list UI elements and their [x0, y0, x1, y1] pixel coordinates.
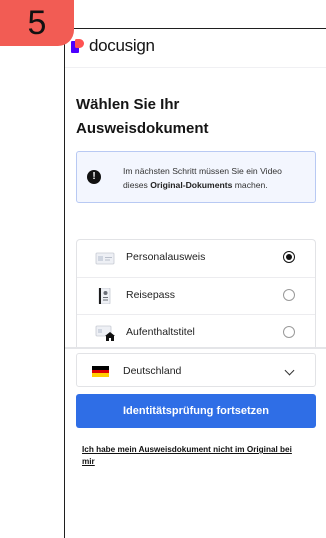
- chevron-down-icon: [284, 365, 295, 376]
- document-type-list: Personalausweis Reisepass Aufenthaltstit…: [76, 239, 316, 349]
- info-text-end: machen.: [232, 180, 268, 190]
- radio-unselected[interactable]: [283, 326, 295, 338]
- radio-unselected[interactable]: [283, 289, 295, 301]
- docusign-logo-icon: [71, 38, 84, 54]
- country-select[interactable]: Deutschland: [76, 353, 316, 387]
- passport-icon: [98, 288, 111, 304]
- app-header: docusign: [65, 29, 326, 68]
- missing-document-link[interactable]: Ich habe mein Ausweisdokument nicht im O…: [82, 444, 292, 468]
- section-divider: [65, 347, 326, 349]
- info-text-bold: Original-Dokuments: [150, 180, 233, 190]
- option-label: Reisepass: [126, 289, 176, 301]
- info-text: Im nächsten Schritt müssen Sie ein Video…: [123, 164, 309, 192]
- country-label: Deutschland: [123, 365, 182, 377]
- option-reisepass[interactable]: Reisepass: [77, 277, 315, 314]
- page-title: Wählen Sie Ihr Ausweisdokument: [76, 96, 209, 137]
- option-label: Personalausweis: [126, 251, 206, 263]
- info-notice: ! Im nächsten Schritt müssen Sie ein Vid…: [76, 151, 316, 203]
- step-number-badge: 5: [0, 0, 74, 46]
- option-aufenthaltstitel[interactable]: Aufenthaltstitel: [77, 314, 315, 349]
- option-label: Aufenthaltstitel: [126, 326, 195, 338]
- docusign-logo: docusign: [71, 36, 155, 56]
- residence-permit-icon: [95, 325, 115, 341]
- logo-text: docusign: [89, 36, 155, 55]
- radio-selected[interactable]: [283, 251, 295, 263]
- id-card-icon: [95, 252, 115, 265]
- germany-flag-icon: [92, 366, 109, 377]
- info-exclamation-icon: !: [87, 170, 101, 184]
- option-personalausweis[interactable]: Personalausweis: [77, 240, 315, 276]
- continue-verification-button[interactable]: Identitätsprüfung fortsetzen: [76, 394, 316, 428]
- mobile-screen: docusign Wählen Sie Ihr Ausweisdokument …: [65, 29, 326, 538]
